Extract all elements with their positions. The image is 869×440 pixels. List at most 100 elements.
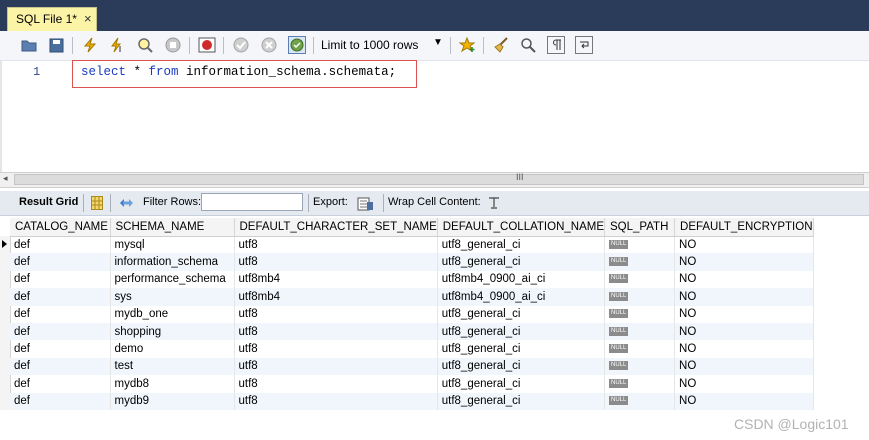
- grid-view-icon[interactable]: [88, 194, 106, 212]
- cell-collation[interactable]: utf8_general_ci: [437, 322, 606, 341]
- cell-collation[interactable]: utf8_general_ci: [437, 357, 606, 376]
- cell-collation[interactable]: utf8_general_ci: [437, 375, 606, 393]
- autocommit-icon[interactable]: [288, 36, 306, 54]
- save-icon[interactable]: [47, 36, 65, 54]
- export-icon[interactable]: [356, 194, 374, 212]
- cell-schema-name[interactable]: test: [110, 357, 235, 376]
- cell-encryption[interactable]: NO: [674, 375, 814, 393]
- table-row[interactable]: def information_schema utf8 utf8_general_ci…: [10, 253, 814, 271]
- cell-catalog-name[interactable]: def: [10, 253, 111, 271]
- rollback-icon[interactable]: [260, 36, 278, 54]
- cell-schema-name[interactable]: mydb9: [110, 392, 235, 410]
- column-header-default-encryption[interactable]: DEFAULT_ENCRYPTION: [674, 218, 814, 237]
- limit-rows-select[interactable]: Limit to 1000 rows: [321, 38, 418, 52]
- filter-rows-input[interactable]: [201, 193, 303, 211]
- cell-sql-path[interactable]: NULL: [604, 236, 676, 254]
- cell-schema-name[interactable]: mydb8: [110, 375, 235, 393]
- toggle-error-icon[interactable]: [198, 36, 216, 54]
- cell-schema-name[interactable]: performance_schema: [110, 270, 235, 289]
- cell-charset[interactable]: utf8: [234, 236, 438, 254]
- cell-encryption[interactable]: NO: [674, 322, 814, 341]
- column-header-sql-path[interactable]: SQL_PATH: [604, 218, 676, 237]
- close-icon[interactable]: ×: [84, 11, 92, 26]
- table-row[interactable]: def mysql utf8 utf8_general_ci NULL NO: [10, 236, 814, 254]
- cell-charset[interactable]: utf8: [234, 392, 438, 410]
- explain-magnifier-icon[interactable]: [136, 36, 154, 54]
- cell-charset[interactable]: utf8mb4: [234, 270, 438, 289]
- cell-encryption[interactable]: NO: [674, 253, 814, 271]
- execute-cursor-icon[interactable]: [108, 36, 126, 54]
- wrap-icon[interactable]: [575, 36, 593, 54]
- cell-sql-path[interactable]: NULL: [604, 270, 676, 289]
- cell-charset[interactable]: utf8mb4: [234, 288, 438, 306]
- beautify-broom-icon[interactable]: [492, 36, 510, 54]
- cell-collation[interactable]: utf8_general_ci: [437, 340, 606, 358]
- result-grid-label[interactable]: Result Grid: [19, 196, 78, 208]
- cell-encryption[interactable]: NO: [674, 270, 814, 289]
- table-row[interactable]: def performance_schema utf8mb4 utf8mb4_0900…: [10, 270, 814, 289]
- cell-charset[interactable]: utf8: [234, 253, 438, 271]
- cell-encryption[interactable]: NO: [674, 340, 814, 358]
- cell-encryption[interactable]: NO: [674, 357, 814, 376]
- cell-schema-name[interactable]: mysql: [110, 236, 235, 254]
- refresh-icon[interactable]: [117, 194, 135, 212]
- cell-sql-path[interactable]: NULL: [604, 392, 676, 410]
- cell-schema-name[interactable]: shopping: [110, 322, 235, 341]
- cell-encryption[interactable]: NO: [674, 392, 814, 410]
- column-header-default-collation-name[interactable]: DEFAULT_COLLATION_NAME: [437, 218, 606, 237]
- execute-lightning-icon[interactable]: [81, 36, 99, 54]
- cell-catalog-name[interactable]: def: [10, 392, 111, 410]
- cell-charset[interactable]: utf8: [234, 357, 438, 376]
- cell-charset[interactable]: utf8: [234, 322, 438, 341]
- cell-catalog-name[interactable]: def: [10, 236, 111, 254]
- cell-schema-name[interactable]: mydb_one: [110, 305, 235, 323]
- cell-charset[interactable]: utf8: [234, 340, 438, 358]
- cell-catalog-name[interactable]: def: [10, 340, 111, 358]
- invisible-chars-icon[interactable]: [547, 36, 565, 54]
- cell-sql-path[interactable]: NULL: [604, 288, 676, 306]
- cell-sql-path[interactable]: NULL: [604, 305, 676, 323]
- cell-catalog-name[interactable]: def: [10, 375, 111, 393]
- table-row[interactable]: def mydb8 utf8 utf8_general_ci NULL NO: [10, 375, 814, 393]
- find-icon[interactable]: [519, 36, 537, 54]
- column-header-catalog-name[interactable]: CATALOG_NAME: [10, 218, 111, 237]
- dropdown-arrow-icon[interactable]: ▼: [433, 37, 443, 48]
- cell-encryption[interactable]: NO: [674, 288, 814, 306]
- cell-catalog-name[interactable]: def: [10, 270, 111, 289]
- column-header-default-character-set-name[interactable]: DEFAULT_CHARACTER_SET_NAME: [234, 218, 438, 237]
- stop-icon[interactable]: [164, 36, 182, 54]
- cell-encryption[interactable]: NO: [674, 236, 814, 254]
- scrollbar-thumb[interactable]: [14, 174, 864, 185]
- cell-schema-name[interactable]: information_schema: [110, 253, 235, 271]
- open-folder-icon[interactable]: [20, 36, 38, 54]
- cell-sql-path[interactable]: NULL: [604, 340, 676, 358]
- cell-encryption[interactable]: NO: [674, 305, 814, 323]
- column-header-schema-name[interactable]: SCHEMA_NAME: [110, 218, 235, 237]
- table-row[interactable]: def shopping utf8 utf8_general_ci NULL NO: [10, 322, 814, 341]
- table-row[interactable]: def mydb_one utf8 utf8_general_ci NULL NO: [10, 305, 814, 323]
- cell-schema-name[interactable]: demo: [110, 340, 235, 358]
- table-row[interactable]: def mydb9 utf8 utf8_general_ci NULL NO: [10, 392, 814, 410]
- table-row[interactable]: def demo utf8 utf8_general_ci NULL NO: [10, 340, 814, 358]
- cell-sql-path[interactable]: NULL: [604, 375, 676, 393]
- cell-collation[interactable]: utf8_general_ci: [437, 392, 606, 410]
- cell-catalog-name[interactable]: def: [10, 305, 111, 323]
- cell-charset[interactable]: utf8: [234, 305, 438, 323]
- cell-collation[interactable]: utf8_general_ci: [437, 305, 606, 323]
- tab-sql-file-1[interactable]: SQL File 1* ×: [7, 7, 97, 31]
- cell-collation[interactable]: utf8_general_ci: [437, 236, 606, 254]
- table-row[interactable]: def sys utf8mb4 utf8mb4_0900_ai_ci NULL NO: [10, 288, 814, 306]
- cell-collation[interactable]: utf8mb4_0900_ai_ci: [437, 270, 606, 289]
- cell-catalog-name[interactable]: def: [10, 322, 111, 341]
- cell-sql-path[interactable]: NULL: [604, 253, 676, 271]
- cell-catalog-name[interactable]: def: [10, 357, 111, 376]
- editor-horizontal-scrollbar[interactable]: ◂ III: [0, 172, 869, 188]
- cell-collation[interactable]: utf8mb4_0900_ai_ci: [437, 288, 606, 306]
- commit-icon[interactable]: [232, 36, 250, 54]
- cell-schema-name[interactable]: sys: [110, 288, 235, 306]
- cell-sql-path[interactable]: NULL: [604, 322, 676, 341]
- cell-charset[interactable]: utf8: [234, 375, 438, 393]
- table-row[interactable]: def test utf8 utf8_general_ci NULL NO: [10, 357, 814, 376]
- scroll-left-icon[interactable]: ◂: [3, 173, 8, 184]
- bookmark-star-icon[interactable]: [458, 36, 476, 54]
